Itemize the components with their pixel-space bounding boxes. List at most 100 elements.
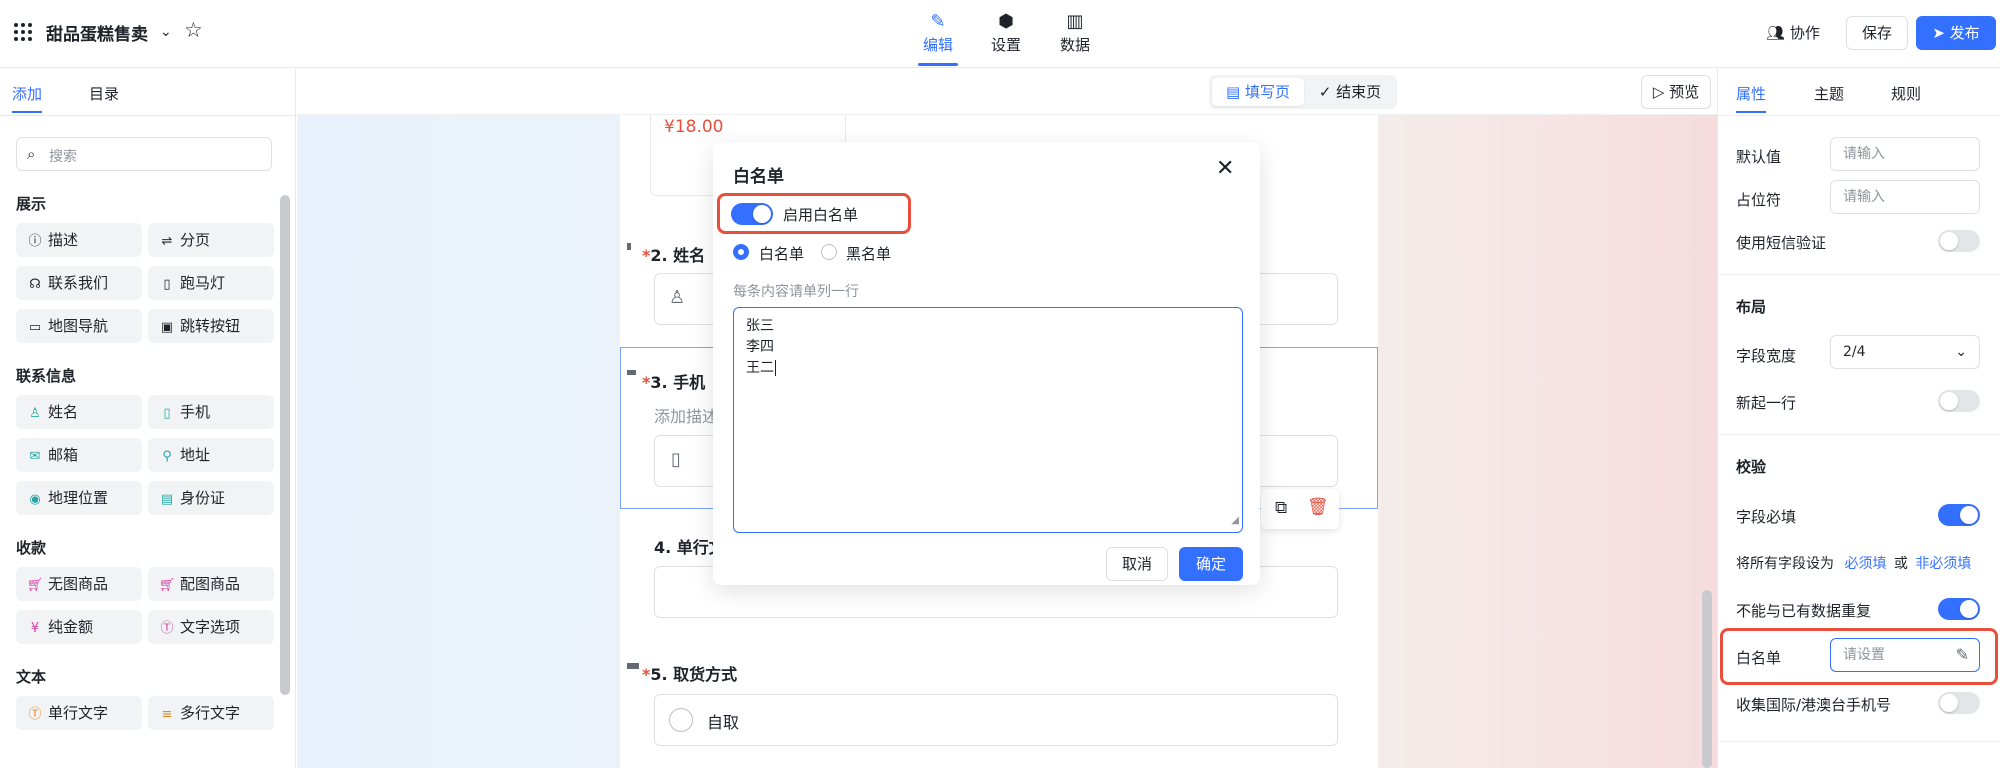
component-single-line[interactable]: Ⓣ 单行文字 [16, 696, 142, 730]
tab-theme[interactable]: 主题 [1814, 83, 1844, 104]
set-required-link[interactable]: 必须填 [1844, 556, 1886, 572]
component-carousel[interactable]: ▯ 跑马灯 [148, 266, 274, 300]
tab-settings[interactable]: ⬢ 设置 [980, 10, 1032, 55]
pencil-icon[interactable]: ✎ [1956, 639, 1969, 671]
placeholder-label: 占位符 [1736, 191, 1782, 209]
sms-verify-label: 使用短信验证 [1736, 234, 1827, 252]
question-text: 3. 手机 [650, 373, 706, 392]
default-value-input[interactable]: 请输入 [1830, 137, 1980, 171]
component-email[interactable]: ✉ 邮箱 [16, 438, 142, 472]
placeholder-input[interactable]: 请输入 [1830, 180, 1980, 214]
divider [1718, 434, 2000, 435]
tab-end-page[interactable]: ✓ 结束页 [1306, 78, 1394, 106]
close-icon[interactable]: ✕ [1216, 156, 1234, 181]
drag-handle[interactable] [627, 243, 631, 250]
option-label: 自取 [707, 713, 740, 732]
chip-label: 地址 [180, 446, 211, 464]
required-label: 字段必填 [1736, 508, 1797, 526]
tab-data-label: 数据 [1059, 36, 1090, 54]
tab-edit-label: 编辑 [922, 36, 953, 54]
radio-circle[interactable] [669, 708, 693, 732]
new-row-label: 新起一行 [1736, 394, 1797, 412]
trash-icon[interactable]: 🗑︎ [1307, 497, 1329, 517]
entry-line: 张三 [746, 318, 774, 334]
component-multi-line[interactable]: ≡ 多行文字 [148, 696, 274, 730]
top-bar: 甜品蛋糕售卖 ⌄ ☆ ✎ 编辑 ⬢ 设置 ▥ 数据 👥︎ 协作 保存 ➤ 发布 [0, 0, 2000, 68]
cancel-button[interactable]: 取消 [1106, 547, 1168, 581]
component-contact-us[interactable]: ☊ 联系我们 [16, 266, 142, 300]
resize-handle-icon[interactable]: ◢ [1231, 510, 1239, 531]
phone-icon: ▯ [163, 406, 171, 421]
publish-button[interactable]: ➤ 发布 [1916, 16, 1996, 50]
chip-label: 配图商品 [180, 575, 241, 593]
copy-icon[interactable]: ⧉ [1275, 498, 1287, 518]
component-page-break[interactable]: ⇌ 分页 [148, 223, 274, 257]
send-icon: ➤ [1932, 24, 1945, 42]
app-title: 甜品蛋糕售卖 [46, 25, 148, 45]
new-row-toggle[interactable] [1938, 390, 1980, 412]
chip-label: 文字选项 [180, 618, 241, 636]
tab-data[interactable]: ▥ 数据 [1049, 10, 1101, 55]
star-icon[interactable]: ☆ [184, 18, 203, 42]
multi-line-icon: ≡ [161, 707, 173, 722]
component-name[interactable]: ♙ 姓名 [16, 395, 142, 429]
intl-phone-toggle[interactable] [1938, 692, 1980, 714]
scrollbar[interactable] [1702, 590, 1712, 768]
tab-add[interactable]: 添加 [12, 83, 43, 113]
headset-icon: ☊ [29, 277, 41, 292]
save-button[interactable]: 保存 [1846, 16, 1908, 50]
component-address[interactable]: ⚲ 地址 [148, 438, 274, 472]
component-phone[interactable]: ▯ 手机 [148, 395, 274, 429]
radio-blacklist[interactable] [821, 244, 837, 260]
radio-whitelist[interactable] [733, 244, 749, 260]
component-geo[interactable]: ◉ 地理位置 [16, 481, 142, 515]
preview-button[interactable]: ▷ 预览 [1641, 75, 1711, 109]
tab-rules[interactable]: 规则 [1891, 83, 1921, 104]
tab-settings-label: 设置 [990, 36, 1021, 54]
apps-grid-icon[interactable] [14, 23, 32, 41]
document-icon: ▤ [1226, 83, 1241, 101]
collab-button[interactable]: 👥︎ 协作 [1766, 22, 1820, 43]
component-amount[interactable]: ¥ 纯金额 [16, 610, 142, 644]
tab-outline[interactable]: 目录 [89, 83, 119, 104]
set-optional-link[interactable]: 非必须填 [1915, 556, 1971, 572]
component-map-nav[interactable]: ▭ 地图导航 [16, 309, 142, 343]
page-break-icon: ⇌ [161, 234, 173, 249]
chevron-down-icon[interactable]: ⌄ [160, 24, 172, 40]
pin-icon: ◉ [29, 492, 41, 507]
required-toggle[interactable] [1938, 504, 1980, 526]
component-product-no-image[interactable]: 🛒︎ 无图商品 [16, 567, 142, 601]
confirm-button[interactable]: 确定 [1179, 547, 1243, 581]
search-icon: ⌕ [27, 145, 36, 163]
component-product-image[interactable]: 🛒︎ 配图商品 [148, 567, 274, 601]
carousel-icon: ▯ [163, 277, 171, 292]
layout-section-title: 布局 [1736, 298, 1767, 316]
whitelist-label: 白名单 [1736, 649, 1782, 667]
component-jump-button[interactable]: ▣ 跳转按钮 [148, 309, 274, 343]
sms-verify-toggle[interactable] [1938, 230, 1980, 252]
divider [1718, 115, 2000, 116]
enable-whitelist-toggle[interactable] [731, 203, 773, 225]
scrollbar[interactable] [280, 195, 290, 695]
question-description[interactable]: 添加描述 [654, 403, 718, 427]
component-id-card[interactable]: ▤ 身份证 [148, 481, 274, 515]
chip-label: 地理位置 [48, 489, 109, 507]
tab-properties[interactable]: 属性 [1736, 83, 1767, 113]
map-icon: ▭ [28, 320, 42, 335]
tab-fill-page[interactable]: ▤ 填写页 [1212, 78, 1304, 106]
tab-edit[interactable]: ✎ 编辑 [912, 10, 964, 66]
whitelist-textarea[interactable]: 张三 李四 王二 ◢ [733, 307, 1243, 533]
question-title: *5. 取货方式 [642, 661, 737, 685]
drag-handle[interactable] [627, 370, 636, 375]
search-input[interactable]: ⌕ 搜索 [16, 137, 272, 171]
set-all-fields: 将所有字段设为 必须填 或 非必须填 [1736, 553, 1971, 573]
component-description[interactable]: ⓘ 描述 [16, 223, 142, 257]
no-duplicate-toggle[interactable] [1938, 598, 1980, 620]
component-text-option[interactable]: Ⓣ 文字选项 [148, 610, 274, 644]
default-value-label: 默认值 [1736, 148, 1782, 166]
option-pickup[interactable]: 自取 [654, 694, 1338, 746]
field-width-select[interactable]: 2/4 ⌄ [1830, 335, 1980, 369]
drag-handle[interactable] [627, 663, 639, 669]
dialog-title: 白名单 [733, 167, 784, 187]
whitelist-setting-input[interactable]: 请设置 ✎ [1830, 638, 1980, 672]
